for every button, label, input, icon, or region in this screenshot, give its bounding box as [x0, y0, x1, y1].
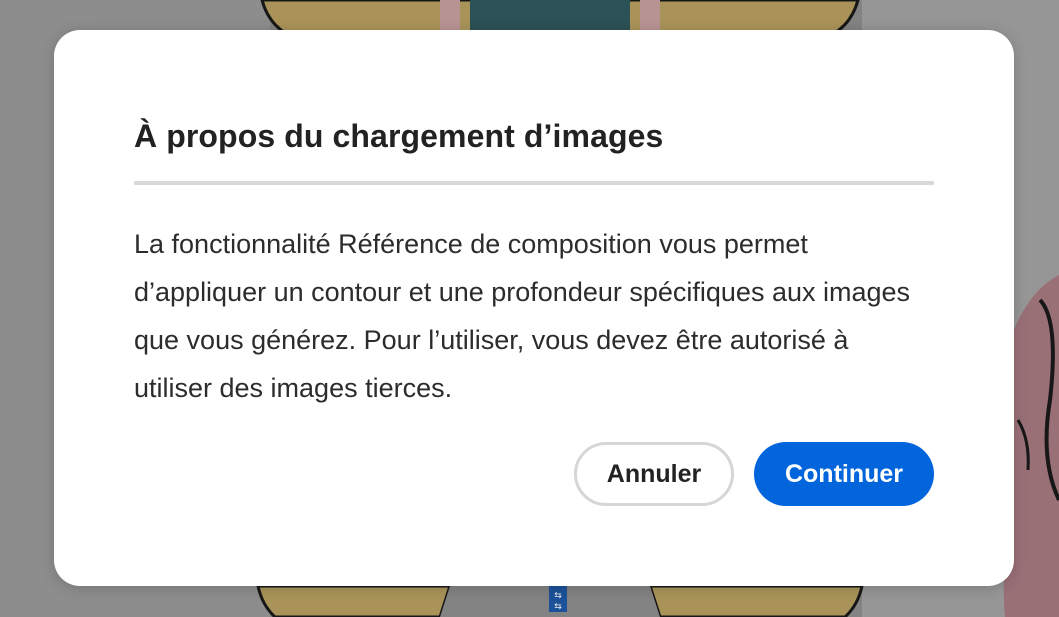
continue-button[interactable]: Continuer: [754, 442, 934, 506]
app-stage: ⇆ ⇆ À propos du chargement d’images La f…: [0, 0, 1059, 617]
upload-images-dialog: À propos du chargement d’images La fonct…: [54, 30, 1014, 586]
cancel-button[interactable]: Annuler: [574, 442, 734, 506]
title-divider: [134, 181, 934, 185]
dialog-body-text: La fonctionnalité Référence de compositi…: [134, 229, 911, 403]
dialog-title: À propos du chargement d’images: [134, 118, 664, 154]
